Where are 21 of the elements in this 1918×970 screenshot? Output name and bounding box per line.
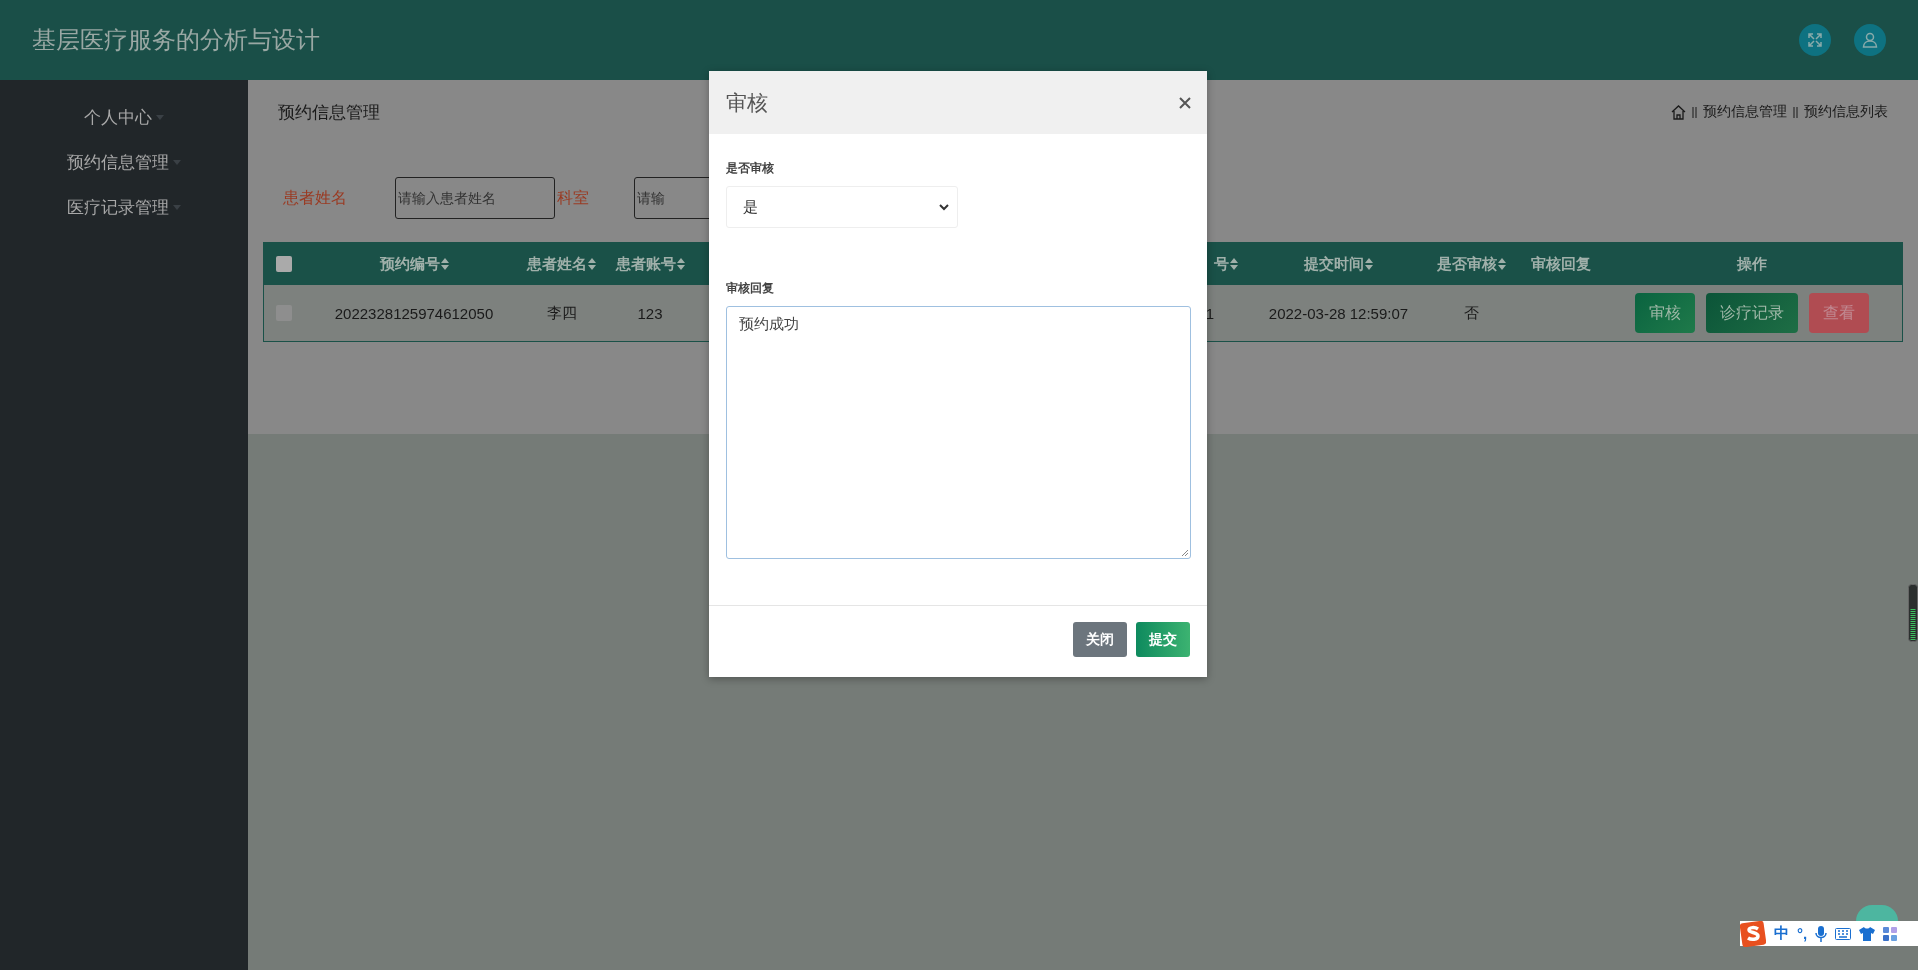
field-label: 是否审核 bbox=[726, 160, 775, 177]
column-header: 是否审核 bbox=[1436, 254, 1497, 274]
column-header: 提交时间 bbox=[1304, 254, 1364, 274]
column-header: 预约编号 bbox=[379, 254, 440, 274]
table-cell: 1 bbox=[1205, 304, 1214, 322]
column-header: 患者账号 bbox=[615, 254, 676, 274]
dialog-title: 审核 bbox=[726, 89, 769, 116]
table-cell: 2022-03-28 12:59:07 bbox=[1268, 304, 1409, 322]
table-cell: 李四 bbox=[546, 303, 577, 323]
column-header: 号 bbox=[1214, 254, 1229, 274]
table-cell: 否 bbox=[1463, 303, 1479, 323]
search-label: 患者姓名 bbox=[283, 187, 348, 208]
table-cell: 123 bbox=[637, 304, 663, 322]
search-label: 科室 bbox=[557, 187, 589, 208]
page-title: 预约信息管理 bbox=[278, 101, 380, 124]
column-header: 患者姓名 bbox=[527, 254, 587, 274]
field-label: 审核回复 bbox=[726, 280, 775, 297]
app-title: 基层医疗服务的分析与设计 bbox=[32, 25, 321, 55]
column-header: 操作 bbox=[1736, 254, 1767, 274]
table-cell: 2022328125974612050 bbox=[334, 304, 494, 322]
column-header: 审核回复 bbox=[1531, 254, 1591, 274]
